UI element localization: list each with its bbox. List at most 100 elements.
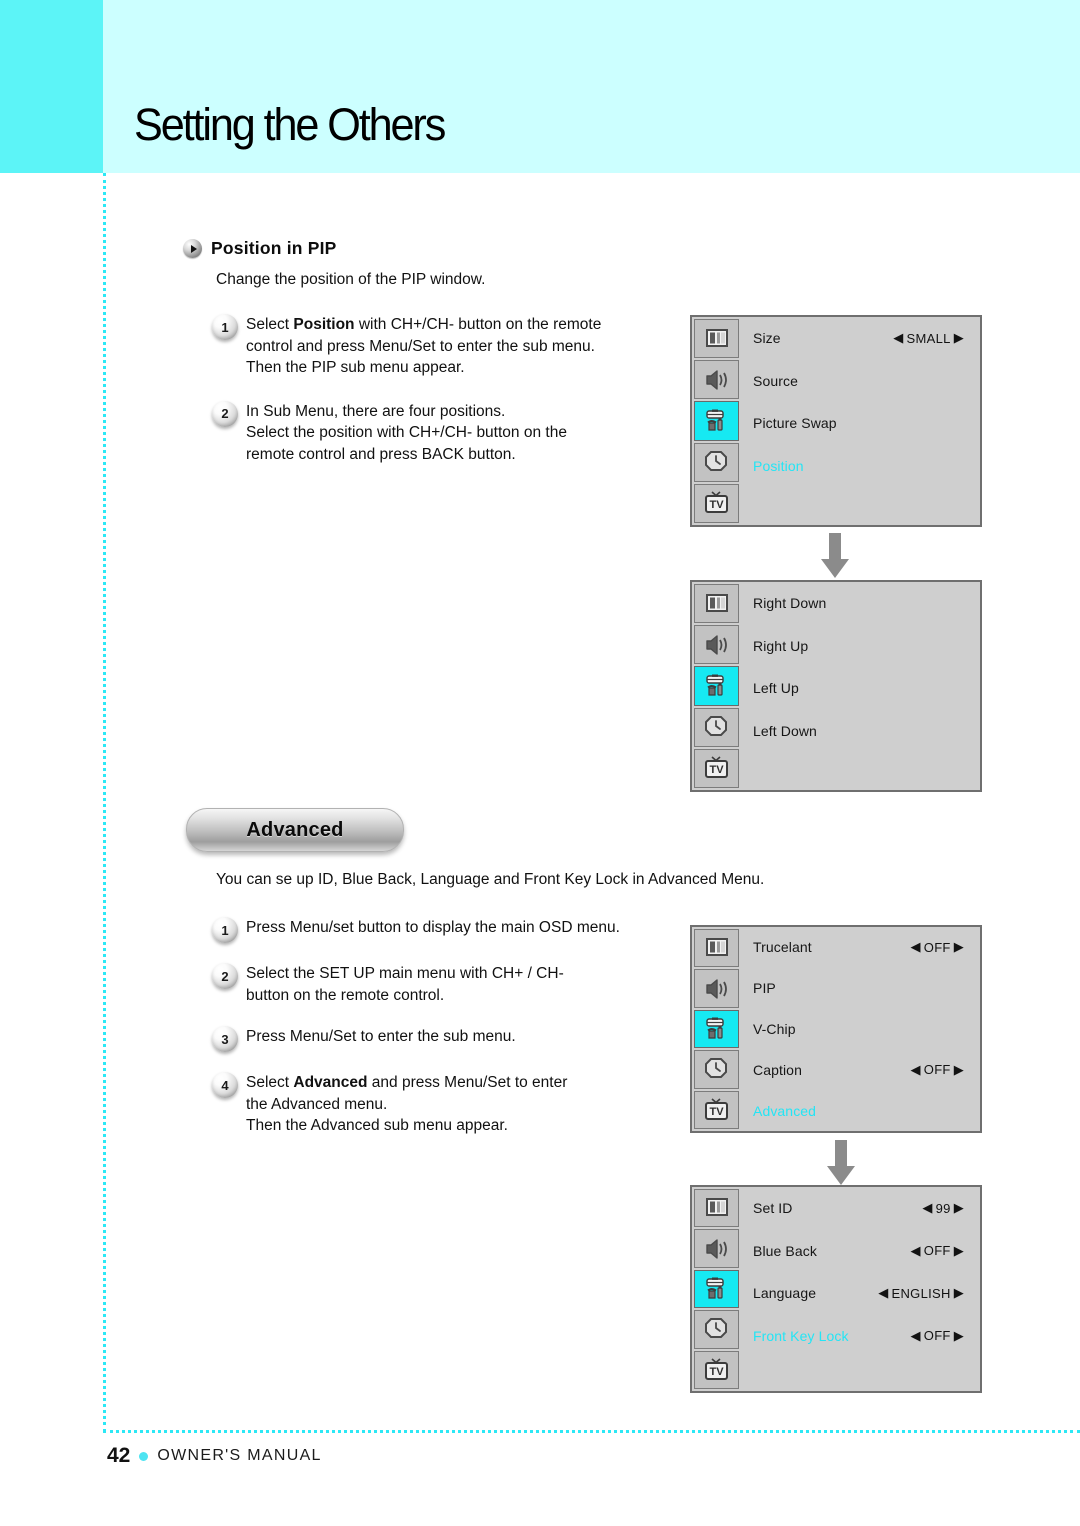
step-number-badge: 4 — [212, 1072, 238, 1098]
page-border-bottom-dotted — [103, 1430, 1080, 1433]
osd-menu-item[interactable]: Position — [753, 445, 964, 488]
osd-panel-pip-position-submenu: TV Right Down Right Up Left Up Left Down — [690, 580, 982, 792]
osd-menu-item-value[interactable]: ◀ OFF ▶ — [910, 939, 964, 955]
osd-icon-rail: TV — [692, 317, 739, 525]
right-arrow-icon[interactable]: ▶ — [954, 1062, 964, 1078]
osd-menu-item[interactable]: Trucelant ◀ OFF ▶ — [753, 927, 964, 968]
osd-menu-item-label: Right Down — [753, 595, 827, 612]
step-text-line: Select Position with CH+/CH- button on t… — [246, 316, 602, 333]
step-text-line: button on the remote control. — [246, 986, 445, 1004]
osd-menu-item[interactable]: Size ◀ SMALL ▶ — [753, 317, 964, 360]
osd-menu-item[interactable]: Left Down — [753, 710, 964, 753]
osd-rail-clock-icon[interactable] — [694, 707, 739, 747]
osd-menu-item[interactable]: Right Up — [753, 625, 964, 668]
osd-panel-pip-menu: TV Size ◀ SMALL ▶ Source Picture Swap Position — [690, 315, 982, 527]
footer-dot-icon — [139, 1451, 149, 1461]
right-arrow-icon[interactable]: ▶ — [954, 1285, 964, 1301]
osd-rail-picture-icon[interactable] — [694, 319, 739, 359]
step-item: 1 Select Position with CH+/CH- button on … — [212, 314, 601, 379]
osd-menu-item-value[interactable]: ◀ ENGLISH ▶ — [878, 1285, 964, 1301]
svg-text:TV: TV — [709, 764, 724, 776]
osd-rail-speaker-icon[interactable] — [694, 969, 739, 1008]
left-arrow-icon[interactable]: ◀ — [893, 330, 903, 346]
pip-steps-list: 1 Select Position with CH+/CH- button on … — [212, 314, 601, 465]
page-title: Setting the Others — [134, 99, 446, 150]
left-arrow-icon[interactable]: ◀ — [910, 1062, 920, 1078]
osd-menu-list: Right Down Right Up Left Up Left Down — [739, 582, 980, 790]
osd-menu-item-value[interactable]: ◀ OFF ▶ — [910, 1062, 964, 1078]
osd-menu-item[interactable]: Front Key Lock ◀ OFF ▶ — [753, 1315, 964, 1358]
osd-menu-item-value[interactable]: ◀ 99 ▶ — [922, 1200, 964, 1216]
down-arrow-icon — [818, 533, 852, 579]
step-number-badge: 3 — [212, 1026, 238, 1052]
step-number-badge: 1 — [212, 314, 238, 340]
step-number-badge: 2 — [212, 963, 238, 989]
osd-rail-toolbox-icon[interactable] — [694, 1009, 739, 1049]
right-arrow-icon[interactable]: ▶ — [954, 330, 964, 346]
osd-menu-item-label: Trucelant — [753, 939, 812, 956]
osd-menu-item-label: Advanced — [753, 1102, 817, 1119]
osd-panel-advanced-submenu: TV Set ID ◀ 99 ▶ Blue Back ◀ OFF ▶ Language ◀ ENGLI… — [690, 1185, 982, 1393]
osd-value-text: OFF — [923, 939, 951, 955]
osd-rail-tv-icon[interactable]: TV — [694, 1350, 739, 1390]
osd-rail-toolbox-icon[interactable] — [694, 401, 739, 441]
step-item: 2 In Sub Menu, there are four positions. S… — [212, 400, 601, 466]
osd-icon-rail: TV — [692, 582, 739, 790]
osd-value-text: OFF — [923, 1062, 951, 1078]
osd-rail-clock-icon[interactable] — [694, 1050, 739, 1089]
osd-menu-item-value[interactable]: ◀ OFF ▶ — [910, 1328, 964, 1344]
header-accent-block — [0, 0, 103, 173]
osd-menu-item-label: Blue Back — [753, 1242, 817, 1259]
osd-menu-item[interactable]: Caption ◀ OFF ▶ — [753, 1049, 964, 1090]
osd-menu-item[interactable]: Source — [753, 360, 964, 403]
osd-rail-tv-icon[interactable]: TV — [694, 1090, 739, 1130]
right-arrow-icon[interactable]: ▶ — [954, 1200, 964, 1216]
osd-rail-clock-icon[interactable] — [694, 1310, 739, 1349]
step-text-line: Then the Advanced sub menu appear. — [246, 1117, 508, 1134]
left-arrow-icon[interactable]: ◀ — [910, 1328, 920, 1344]
osd-menu-item-value[interactable]: ◀ OFF ▶ — [910, 1243, 964, 1259]
right-arrow-icon[interactable]: ▶ — [954, 1328, 964, 1344]
left-arrow-icon[interactable]: ◀ — [910, 939, 920, 955]
osd-menu-item[interactable]: Blue Back ◀ OFF ▶ — [753, 1230, 964, 1273]
osd-value-text: ENGLISH — [891, 1285, 951, 1301]
osd-menu-item[interactable]: Language ◀ ENGLISH ▶ — [753, 1272, 964, 1315]
osd-menu-item[interactable]: Right Down — [753, 582, 964, 625]
osd-rail-picture-icon[interactable] — [694, 584, 739, 624]
left-arrow-icon[interactable]: ◀ — [878, 1285, 888, 1301]
osd-menu-item-value[interactable]: ◀ SMALL ▶ — [893, 330, 964, 346]
bullet-play-icon — [183, 239, 202, 258]
osd-menu-item[interactable]: Set ID ◀ 99 ▶ — [753, 1187, 964, 1230]
osd-menu-item[interactable]: Left Up — [753, 667, 964, 710]
osd-menu-item[interactable]: Advanced — [753, 1090, 964, 1131]
left-arrow-icon[interactable]: ◀ — [922, 1200, 932, 1216]
osd-menu-list: Size ◀ SMALL ▶ Source Picture Swap Position — [739, 317, 980, 525]
osd-menu-item-label: PIP — [753, 980, 776, 997]
step-text: Press Menu/set button to display the mai… — [246, 917, 620, 939]
osd-rail-picture-icon[interactable] — [694, 1189, 739, 1228]
osd-menu-item[interactable]: Picture Swap — [753, 402, 964, 445]
osd-rail-toolbox-icon[interactable] — [694, 666, 739, 706]
right-arrow-icon[interactable]: ▶ — [954, 939, 964, 955]
osd-rail-speaker-icon[interactable] — [694, 1229, 739, 1268]
advanced-description: You can se up ID, Blue Back, Language an… — [216, 871, 765, 888]
osd-menu-list: Set ID ◀ 99 ▶ Blue Back ◀ OFF ▶ Language ◀ ENGLISH… — [739, 1187, 980, 1391]
osd-rail-clock-icon[interactable] — [694, 442, 739, 482]
right-arrow-icon[interactable]: ▶ — [954, 1243, 964, 1259]
step-text-line: Then the PIP sub menu appear. — [246, 359, 465, 376]
left-arrow-icon[interactable]: ◀ — [910, 1243, 920, 1259]
osd-menu-item[interactable]: PIP — [753, 968, 964, 1009]
step-item: 1 Press Menu/set button to display the ma… — [212, 917, 620, 943]
osd-rail-picture-icon[interactable] — [694, 929, 739, 968]
osd-rail-tv-icon[interactable]: TV — [694, 483, 739, 524]
osd-value-text: 99 — [935, 1200, 951, 1216]
osd-menu-item[interactable]: V-Chip — [753, 1009, 964, 1050]
osd-rail-toolbox-icon[interactable] — [694, 1269, 739, 1309]
osd-rail-speaker-icon[interactable] — [694, 625, 739, 665]
advanced-pill-label: Advanced — [246, 818, 344, 841]
osd-menu-item-label: Left Down — [753, 722, 817, 739]
osd-rail-speaker-icon[interactable] — [694, 360, 739, 400]
osd-rail-tv-icon[interactable]: TV — [694, 748, 739, 789]
osd-value-text: OFF — [923, 1243, 951, 1259]
osd-menu-item-label: V-Chip — [753, 1020, 796, 1037]
